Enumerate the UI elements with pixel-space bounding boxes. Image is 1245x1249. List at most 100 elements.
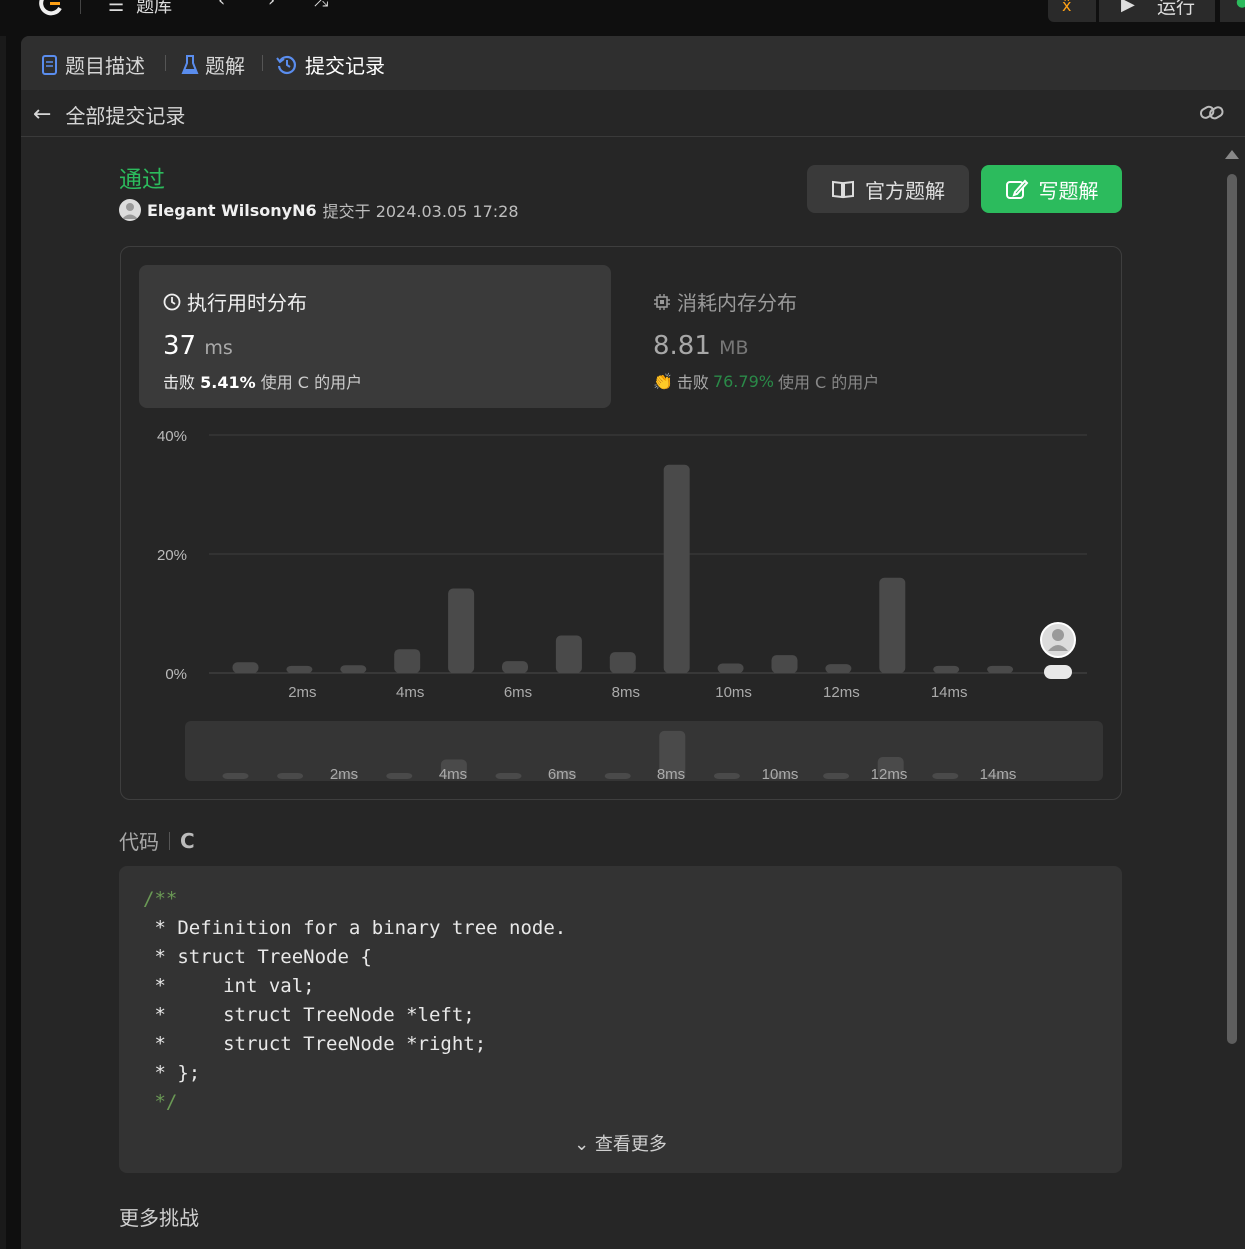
navigator-tick-label: 10ms <box>762 766 799 783</box>
tab-submissions-label: 提交记录 <box>305 54 385 78</box>
debug-button[interactable]: x̂ <box>1048 0 1096 22</box>
tab-description[interactable]: 题目描述 <box>41 50 145 79</box>
chevrons-down-icon: ⌄ <box>574 1134 590 1155</box>
x-tick-label: 14ms <box>931 684 968 701</box>
bar <box>825 664 852 673</box>
left-gutter <box>0 36 6 1249</box>
link-icon[interactable] <box>1199 102 1225 128</box>
official-solution-label: 官方题解 <box>865 178 945 203</box>
bar <box>394 649 421 673</box>
scroll-up-icon[interactable] <box>1225 150 1239 159</box>
tab-solutions[interactable]: 题解 <box>181 50 245 79</box>
document-icon <box>42 54 57 75</box>
code-block[interactable]: /** * Definition for a binary tree node.… <box>119 866 1122 1173</box>
user-avatar-head <box>1052 629 1064 641</box>
list-icon: ☰ <box>108 0 125 16</box>
cloud-icon: ● <box>1236 0 1245 10</box>
y-tick-label: 0% <box>165 666 187 683</box>
code-line: * struct TreeNode { <box>143 946 372 968</box>
submitter-info: Elegant WilsonyN6 提交于 2024.03.05 17:28 <box>119 198 519 222</box>
x-tick-label: 6ms <box>504 684 532 701</box>
navigator-bar <box>713 773 740 779</box>
logo-icon[interactable] <box>38 0 66 18</box>
next-icon[interactable]: › <box>268 0 275 11</box>
arrow-left-icon: ← <box>33 102 52 127</box>
x-tick-label: 8ms <box>612 684 640 701</box>
more-challenges-heading: 更多挑战 <box>119 1206 199 1230</box>
official-solution-button[interactable]: 官方题解 <box>807 165 969 213</box>
problems-nav[interactable]: ☰ 题库 <box>108 0 172 18</box>
problems-label: 题库 <box>136 0 173 17</box>
top-toolbar: ☰ 题库 ‹ › ⤮ x̂ ▶ 运行 ● <box>0 0 1245 36</box>
book-icon <box>832 180 854 199</box>
write-solution-label: 写题解 <box>1038 178 1099 203</box>
shuffle-icon[interactable]: ⤮ <box>314 0 328 11</box>
submission-panel: 题目描述 题解 提交记录 ← 全部提交记录 通过 Elegant Wilsony… <box>21 36 1245 1249</box>
submitter-name[interactable]: Elegant WilsonyN6 <box>147 201 317 220</box>
avatar[interactable] <box>119 199 141 221</box>
navigator-bar <box>932 773 959 779</box>
code-language: C <box>180 828 195 853</box>
x-tick-label: 2ms <box>288 684 316 701</box>
navigator-bar <box>386 773 413 779</box>
tab-bar: 题目描述 题解 提交记录 <box>21 36 1245 90</box>
divider <box>169 831 170 850</box>
bar <box>555 635 582 673</box>
prev-icon[interactable]: ‹ <box>218 0 225 11</box>
x-tick-label: 4ms <box>396 684 424 701</box>
navigator-bar <box>823 773 850 779</box>
tab-description-label: 题目描述 <box>65 54 145 78</box>
navigator-bar <box>495 773 522 779</box>
back-to-all-submissions[interactable]: ← 全部提交记录 <box>33 100 185 129</box>
x-tick-label: 12ms <box>823 684 860 701</box>
bar <box>771 655 798 673</box>
back-label: 全部提交记录 <box>65 104 186 128</box>
code-line: */ <box>143 1091 178 1113</box>
submission-subbar: ← 全部提交记录 <box>21 90 1245 137</box>
scrollbar-thumb[interactable] <box>1227 174 1237 1044</box>
code-header: 代码 C <box>119 826 195 855</box>
bar <box>340 665 367 673</box>
chart-navigator <box>185 721 1103 781</box>
flask-icon <box>181 54 199 74</box>
tab-solutions-label: 题解 <box>205 54 245 78</box>
navigator-tick-label: 4ms <box>439 766 467 783</box>
run-label: 运行 <box>1157 0 1196 18</box>
see-more-label: 查看更多 <box>594 1134 667 1155</box>
navigator-bar <box>277 773 304 779</box>
bar <box>232 662 259 673</box>
tab-divider <box>262 55 263 71</box>
submission-status: 通过 <box>119 167 165 193</box>
submitted-time: 提交于 2024.03.05 17:28 <box>322 202 519 221</box>
bar <box>448 588 475 673</box>
navigator-bar <box>604 773 631 779</box>
bar <box>502 661 528 673</box>
submit-button[interactable]: ● <box>1220 0 1245 22</box>
bar <box>987 665 1014 673</box>
x-tick-label: 10ms <box>715 684 752 701</box>
divider <box>80 0 81 14</box>
user-marker-bar <box>1044 665 1072 679</box>
code-label: 代码 <box>119 830 159 854</box>
run-button[interactable]: ▶ 运行 <box>1099 0 1215 22</box>
edit-icon <box>1005 179 1028 199</box>
bar <box>609 652 636 673</box>
see-more-button[interactable]: ⌄ 查看更多 <box>119 1130 1122 1156</box>
navigator-tick-label: 12ms <box>871 766 908 783</box>
navigator-tick-label: 8ms <box>657 766 685 783</box>
history-icon <box>276 55 297 74</box>
code-line: * struct TreeNode *left; <box>143 1004 475 1026</box>
navigator-tick-label: 14ms <box>980 766 1017 783</box>
bar <box>286 665 313 673</box>
write-solution-button[interactable]: 写题解 <box>981 165 1122 213</box>
y-tick-label: 40% <box>157 428 187 445</box>
code-line: * struct TreeNode *right; <box>143 1033 487 1055</box>
code-line: * }; <box>143 1062 201 1084</box>
tab-submissions[interactable]: 提交记录 <box>275 50 385 79</box>
runtime-distribution-chart[interactable]: 40% 20% 0% 2ms 4ms 6ms 8ms 10ms 12ms 14ms 2ms 4ms 6m… <box>121 247 1121 799</box>
navigator-tick-label: 2ms <box>330 766 358 783</box>
tab-divider <box>165 55 166 71</box>
code-line: * int val; <box>143 975 315 997</box>
bar <box>717 663 744 673</box>
play-icon: ▶ <box>1121 0 1135 15</box>
